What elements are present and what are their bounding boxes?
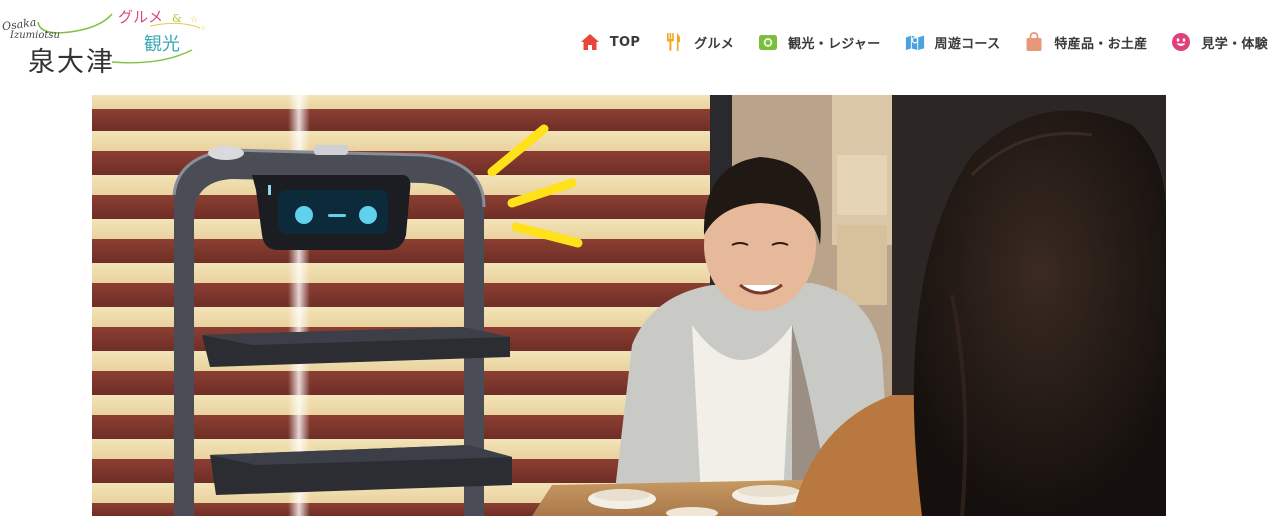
logo-main-text: 泉大津: [28, 47, 115, 78]
hero-image: [92, 95, 1166, 516]
shopping-bag-icon: [1024, 32, 1044, 52]
svg-text:☆: ☆: [200, 24, 206, 32]
site-header: ☆ ☆ Osaka Izumiotsu 泉大津 グルメ & 観光 TOP グルメ…: [0, 0, 1280, 86]
nav-label-souvenirs: 特産品・お土産: [1054, 36, 1148, 52]
smile-icon: [1171, 32, 1191, 52]
camera-icon: [758, 32, 778, 52]
site-logo[interactable]: ☆ ☆ Osaka Izumiotsu 泉大津 グルメ & 観光: [0, 0, 215, 80]
restaurant-serving-robot-photo: [92, 95, 1166, 516]
nav-label-sightseeing: 観光・レジャー: [788, 36, 881, 52]
svg-text:☆: ☆: [190, 15, 198, 25]
logo-tag-gourmet: グルメ: [118, 8, 164, 26]
fork-knife-icon: [664, 32, 684, 52]
logo-tag-kanko: 観光: [144, 34, 180, 55]
home-icon: [580, 32, 600, 52]
nav-item-gourmet[interactable]: グルメ: [664, 32, 734, 52]
map-icon: [905, 32, 925, 52]
nav-item-sightseeing[interactable]: 観光・レジャー: [758, 32, 880, 52]
main-navigation: TOP グルメ 観光・レジャー 周遊コース 特産品・お土産 見学・体験: [580, 30, 1268, 54]
nav-item-souvenirs[interactable]: 特産品・お土産: [1024, 32, 1147, 52]
nav-label-courses: 周遊コース: [934, 36, 1001, 52]
logo-tag-ampersand: &: [172, 12, 182, 25]
nav-label-gourmet: グルメ: [694, 36, 735, 52]
nav-item-experience[interactable]: 見学・体験: [1171, 32, 1268, 52]
nav-item-top[interactable]: TOP: [580, 32, 640, 52]
nav-item-courses[interactable]: 周遊コース: [905, 32, 1001, 52]
nav-label-experience: 見学・体験: [1201, 36, 1268, 52]
nav-label-top: TOP: [609, 34, 641, 50]
